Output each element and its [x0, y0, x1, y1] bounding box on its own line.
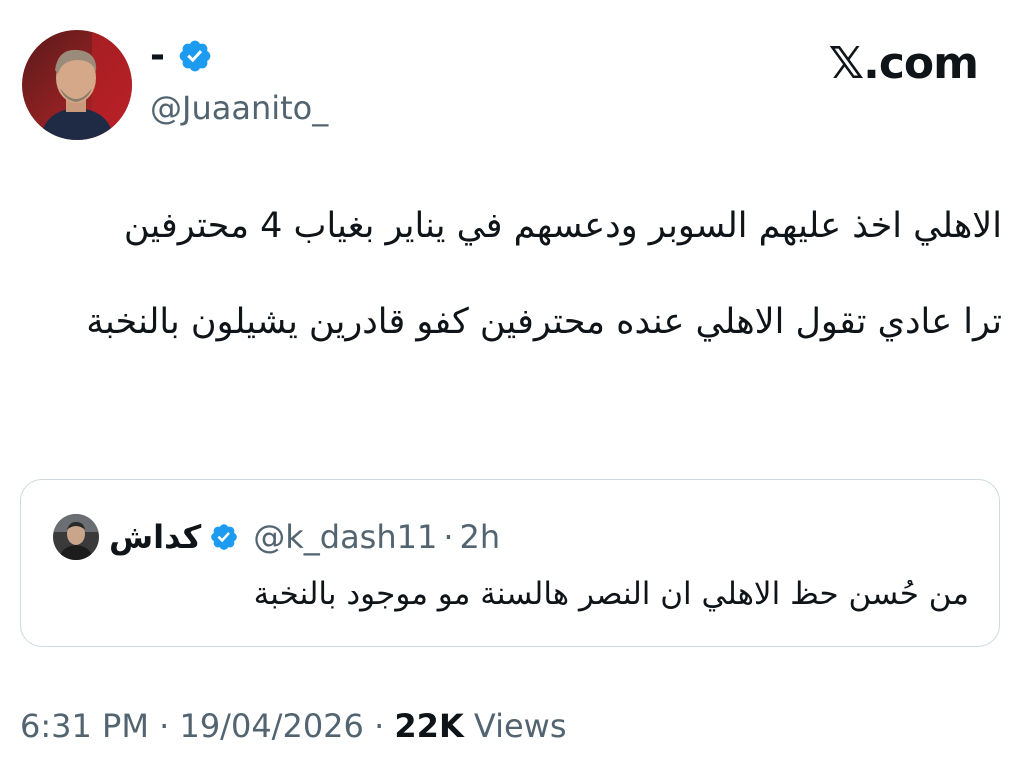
quoted-author-avatar[interactable]: [53, 514, 99, 560]
tweet-time[interactable]: 6:31 PM: [20, 707, 149, 745]
x-logo: 𝕏.com: [828, 38, 979, 89]
quoted-display-name[interactable]: كداش: [109, 512, 201, 562]
author-name-text: -: [150, 35, 165, 76]
tweet-date[interactable]: 19/04/2026: [179, 707, 363, 745]
tweet-text: الاهلي اخذ عليهم السوبر ودعسهم في يناير …: [86, 206, 1002, 342]
quoted-tweet-header: كداش @k_dash11 · 2h: [53, 512, 500, 562]
tweet-metadata: 6:31 PM · 19/04/2026 · 22K Views: [20, 704, 567, 748]
quoted-timestamp[interactable]: 2h: [460, 512, 501, 562]
views-label: Views: [473, 707, 567, 745]
quoted-tweet-text: من حُسن حظ الاهلي ان النصر هالسنة مو موج…: [253, 576, 969, 612]
quoted-verified-badge-icon: [211, 524, 238, 550]
author-handle[interactable]: @Juaanito_: [150, 88, 328, 128]
author-avatar[interactable]: [22, 30, 132, 140]
quoted-handle[interactable]: @k_dash11: [253, 512, 437, 562]
quoted-tweet[interactable]: كداش @k_dash11 · 2h من حُسن حظ الاهلي ان…: [20, 479, 1000, 647]
author-display-name[interactable]: -: [150, 34, 213, 78]
verified-badge-icon: [179, 40, 211, 72]
views-count[interactable]: 22K: [394, 707, 463, 745]
metadata-separator: ·: [159, 707, 170, 745]
quoted-separator: ·: [443, 518, 454, 556]
metadata-separator: ·: [374, 707, 385, 745]
